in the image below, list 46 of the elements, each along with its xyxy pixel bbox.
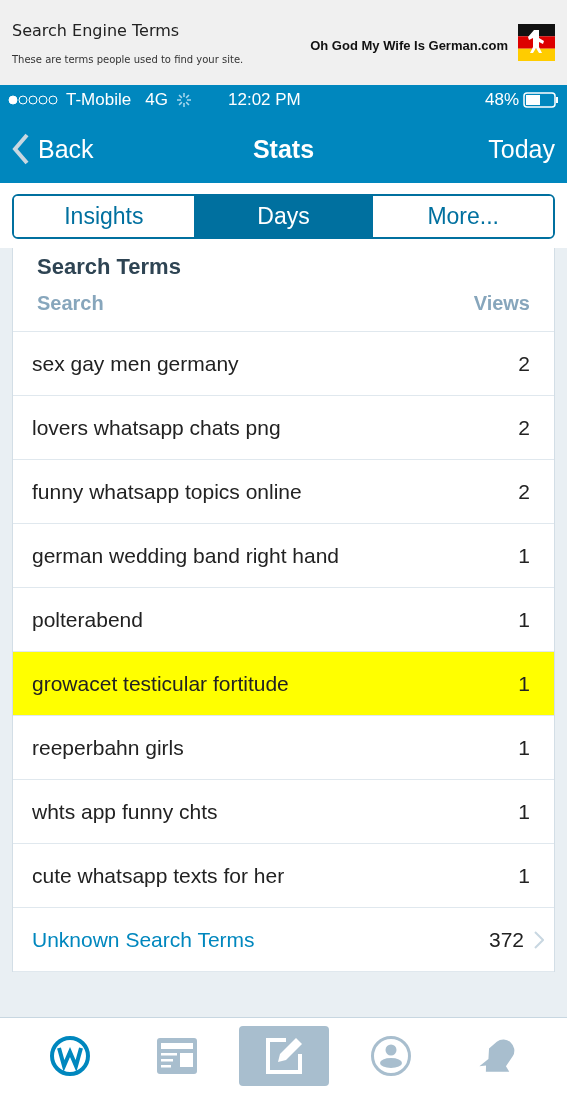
- flag-icon: [518, 24, 555, 61]
- view-count: 1: [518, 735, 530, 760]
- view-count: 2: [518, 351, 530, 376]
- spinner-icon: [175, 92, 192, 108]
- search-term: lovers whatsapp chats png: [32, 415, 281, 440]
- status-time: 12:02 PM: [228, 90, 302, 110]
- banner-subtitle: These are terms people used to find your site.: [12, 53, 245, 65]
- tab-bar-item[interactable]: [238, 1026, 329, 1086]
- section-title: Search Terms: [36, 253, 182, 280]
- view-count: 1: [518, 607, 530, 632]
- logo-icon: [48, 1035, 91, 1077]
- signal-icon: [8, 95, 58, 105]
- nav-title: Stats: [251, 134, 316, 164]
- search-term: growacet testicular fortitude: [32, 671, 289, 696]
- search-term: cute whatsapp texts for her: [32, 863, 285, 888]
- network-type: 4G: [145, 90, 168, 110]
- chevron-right-icon: [534, 930, 544, 949]
- link-row[interactable]: Unknown Search Terms 372: [13, 908, 554, 972]
- chevron-left-icon: [12, 133, 30, 165]
- search-term: whts app funny chts: [32, 799, 218, 824]
- today-button[interactable]: Today: [395, 134, 555, 164]
- profile-icon: [369, 1035, 412, 1077]
- view-count: 1: [518, 799, 530, 824]
- banner-title: Search Engine Terms: [12, 20, 181, 40]
- segment-tab[interactable]: Days: [193, 196, 374, 237]
- view-count: 1: [518, 543, 530, 568]
- reader-icon: [156, 1038, 197, 1074]
- column-header: Views: [473, 292, 530, 315]
- carrier-name: T-Mobile: [66, 90, 132, 110]
- view-count: 1: [518, 671, 530, 696]
- view-count: 1: [518, 863, 530, 888]
- unknown-terms-link[interactable]: Unknown Search Terms: [32, 927, 255, 952]
- view-count: 372: [488, 927, 524, 952]
- battery-percent: 48%: [484, 90, 519, 110]
- search-term: sex gay men germany: [32, 351, 239, 376]
- search-term: german wedding band right hand: [32, 543, 340, 568]
- search-term: polterabend: [32, 607, 143, 632]
- edit-icon: [263, 1036, 304, 1076]
- view-count: 2: [518, 415, 530, 440]
- view-count: 2: [518, 479, 530, 504]
- search-term: funny whatsapp topics online: [32, 479, 302, 504]
- site-name: Oh God My Wife Is German.com: [310, 38, 508, 53]
- battery-icon: [523, 92, 559, 108]
- column-header: Search: [37, 292, 104, 315]
- back-button[interactable]: Back: [12, 133, 172, 165]
- search-term: reeperbahn girls: [32, 735, 184, 760]
